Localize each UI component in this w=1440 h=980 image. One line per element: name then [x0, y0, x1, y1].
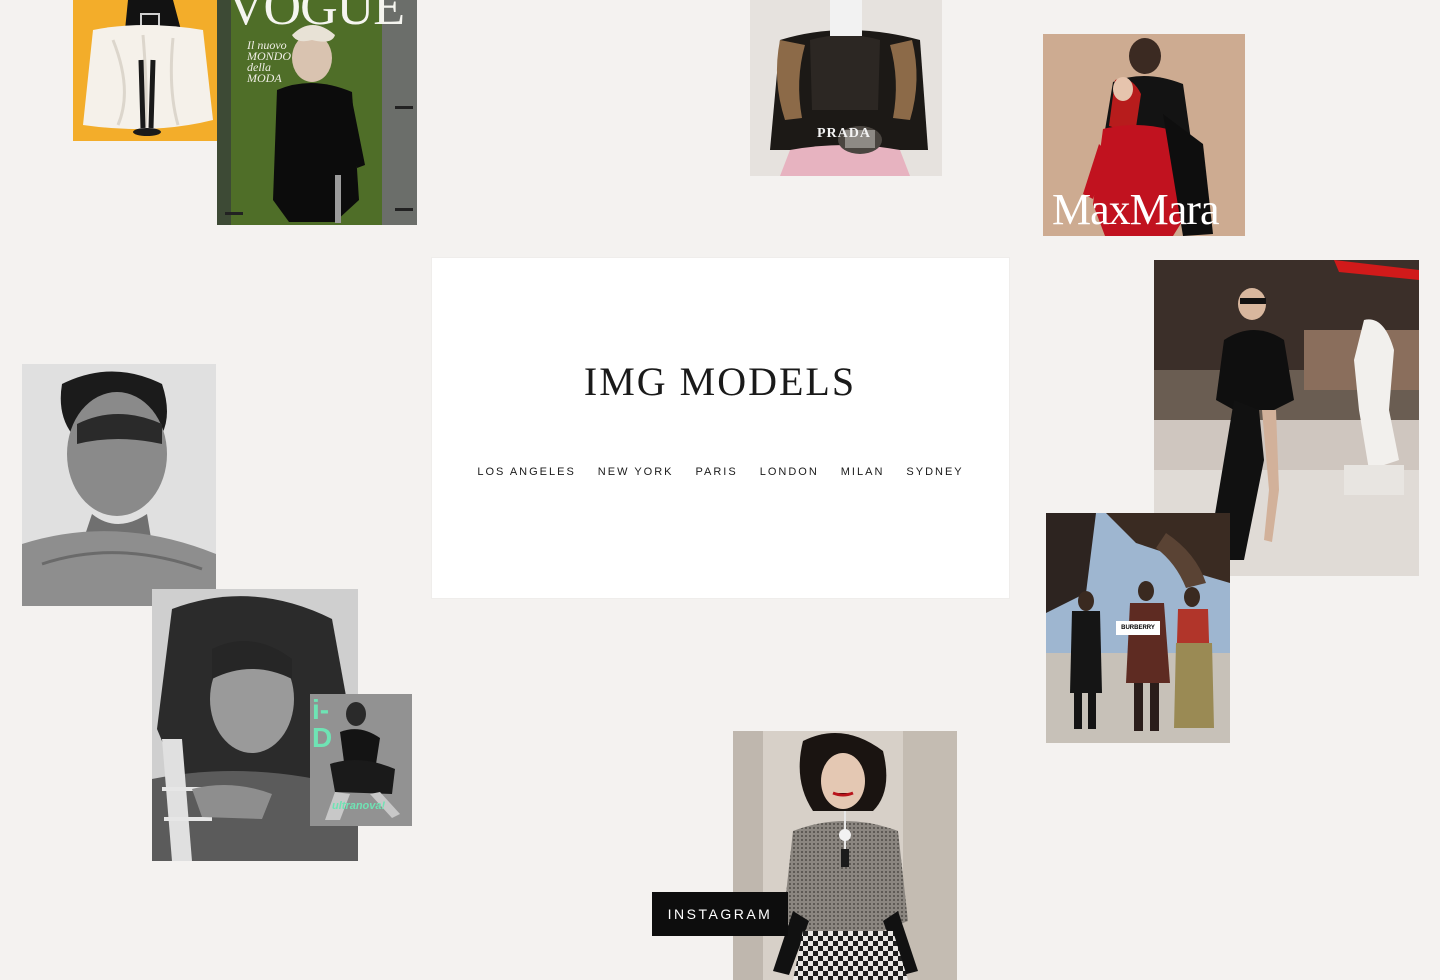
id-logo: i-D: [312, 694, 333, 753]
vogue-masthead: VOGUE: [227, 0, 405, 36]
city-link-los-angeles[interactable]: LOS ANGELES: [477, 466, 575, 478]
prada-ad[interactable]: PRADA: [750, 0, 942, 176]
id-coverline: ultranova!: [332, 800, 386, 812]
burberry-logo: BURBERRY: [1116, 621, 1160, 635]
brand-logo[interactable]: IMG MODELS: [0, 358, 1440, 405]
city-item: MILAN: [841, 462, 885, 480]
burberry-ad[interactable]: BURBERRY: [1046, 513, 1230, 743]
city-item: LONDON: [760, 462, 819, 480]
prada-logo: PRADA: [817, 126, 871, 141]
center-card: [432, 258, 1009, 598]
vogue-cover[interactable]: VOGUE Il nuovo MONDO della MODA: [217, 0, 417, 225]
maxmara-ad[interactable]: MaxMara: [1043, 34, 1245, 236]
maxmara-logo: MaxMara: [1052, 185, 1219, 234]
city-link-sydney[interactable]: SYDNEY: [906, 466, 963, 478]
instagram-button[interactable]: INSTAGRAM: [652, 892, 788, 936]
city-item: NEW YORK: [598, 462, 674, 480]
editorial-photo-houndstooth[interactable]: [733, 731, 957, 980]
city-link-london[interactable]: LONDON: [760, 466, 819, 478]
city-link-new-york[interactable]: NEW YORK: [598, 466, 674, 478]
editorial-photo-yellow[interactable]: [73, 0, 217, 141]
city-link-milan[interactable]: MILAN: [841, 466, 885, 478]
city-item: LOS ANGELES: [477, 462, 575, 480]
city-item: SYDNEY: [906, 462, 963, 480]
vogue-coverline: Il nuovo MONDO della MODA: [247, 38, 291, 85]
city-item: PARIS: [696, 462, 738, 480]
city-nav: LOS ANGELES NEW YORK PARIS LONDON MILAN …: [432, 462, 1009, 480]
city-link-paris[interactable]: PARIS: [696, 466, 738, 478]
id-magazine-cover[interactable]: i-D ultranova!: [310, 694, 412, 826]
